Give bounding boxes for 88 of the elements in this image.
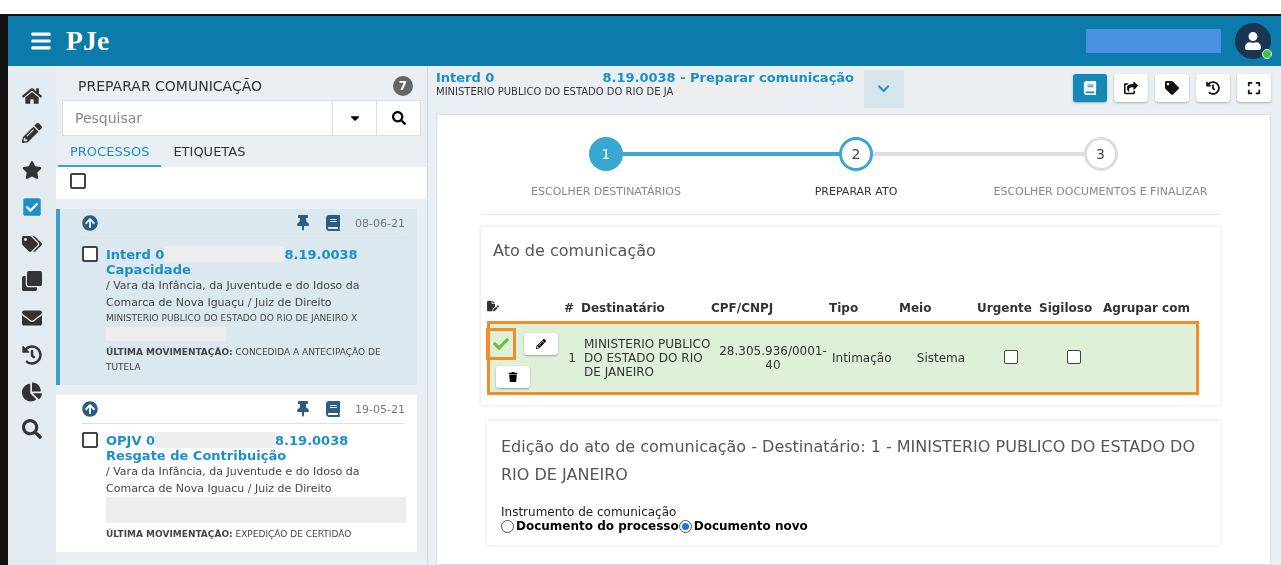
arrow-up-icon[interactable] [82, 401, 98, 417]
process-subject: Capacidade [106, 262, 192, 277]
mail-icon[interactable] [22, 308, 42, 328]
step-circle: 2 [839, 137, 873, 171]
fullscreen-button[interactable] [1237, 74, 1271, 102]
edit-button[interactable] [524, 333, 558, 355]
step-label: ESCOLHER DOCUMENTOS E FINALIZAR [993, 185, 1208, 198]
book-button[interactable] [1073, 74, 1107, 102]
parties-text: MINISTERIO PUBLICO DO ESTADO DO RIO DE JANEIRO X [106, 312, 359, 325]
checkbox[interactable] [82, 246, 98, 262]
book-icon[interactable] [325, 215, 342, 231]
panel-title: PREPARAR COMUNICAÇÃO [78, 78, 262, 94]
search-field[interactable]: Pesquisar [62, 100, 333, 136]
process-subject: Resgate de Contribuição [106, 448, 288, 463]
card-date: 08-06-21 [355, 216, 405, 230]
process-title: 8.19.0038 - Preparar comunicação [602, 70, 855, 85]
count-badge: 7 [393, 76, 413, 96]
history-button[interactable] [1196, 74, 1230, 102]
step-circle: 1 [589, 137, 623, 171]
history-icon[interactable] [22, 345, 42, 365]
pin-icon[interactable] [295, 401, 312, 417]
last-movement-text: ÚLTIMA MOVIMENTAÇÃO: CONCEDIDA A ANTECIPAÇÃO DE TUTELA [106, 345, 382, 374]
pie-chart-icon[interactable] [22, 382, 42, 402]
process-card[interactable] [56, 209, 417, 385]
delete-button[interactable] [496, 366, 530, 388]
step-circle: 3 [1083, 137, 1118, 171]
section-title: Ato de comunicação [493, 241, 657, 260]
trash-icon[interactable] [508, 372, 518, 382]
parties-subtitle: MINISTERIO PUBLICO DO ESTADO DO RIO DE JA [436, 85, 674, 97]
edit-document-icon [487, 300, 499, 312]
radio-label: Documento do processo [516, 519, 679, 533]
process-card[interactable]: 19-05-21 OPJV 0 8.19.0038 Resgate de Contribuição / Vara da Infância, da Juventude e do Idoso da Comarca de Nova Iguacu / Juiz de Direito ÚLTIMA MOVIMENTAÇÃO: EXPEDIÇÃO DE CERTIDÃO [56, 395, 417, 552]
book-icon[interactable] [325, 401, 342, 417]
column-header: Destinatário [581, 299, 666, 317]
table-cell-text: 28.305.936/0001-40 [718, 344, 828, 372]
pencil-icon[interactable] [536, 339, 546, 349]
pin-icon[interactable] [295, 215, 312, 231]
history-icon[interactable] [1206, 81, 1220, 95]
process-number[interactable]: 8.19.0038 [275, 432, 349, 448]
table-cell-text: Sistema [915, 351, 967, 365]
arrow-up-icon[interactable] [82, 215, 98, 231]
table-cell-text: Intimação [832, 351, 893, 365]
check-icon[interactable] [486, 328, 516, 360]
share-icon[interactable] [1124, 81, 1138, 95]
checkbox[interactable] [70, 173, 86, 189]
checkbox-icon[interactable] [22, 197, 42, 217]
column-header: Meio [899, 299, 933, 317]
menu-icon[interactable] [30, 30, 52, 52]
last-movement-text: ÚLTIMA MOVIMENTAÇÃO: EXPEDIÇÃO DE CERTIDÃO [106, 527, 353, 541]
app-logo: PJe [66, 25, 110, 57]
tags-icon[interactable] [22, 234, 42, 254]
table-cell-text: 1 [567, 351, 577, 365]
search-button[interactable] [377, 100, 421, 136]
column-header: Sigiloso [1039, 299, 1094, 317]
fullscreen-icon[interactable] [1247, 81, 1261, 95]
step-label: PREPARAR ATO [814, 185, 898, 198]
book-icon[interactable] [1083, 81, 1097, 95]
search-icon[interactable] [22, 419, 42, 439]
column-header: # [562, 299, 576, 317]
column-header: Tipo [829, 299, 860, 317]
tag-button[interactable] [1155, 74, 1189, 102]
process-number[interactable]: OPJV 0 [106, 432, 156, 448]
user-avatar[interactable] [1235, 23, 1271, 59]
court-text: / Vara da Infância, da Juventude e do Idoso da Comarca de Nova Iguacu / Juiz de Direito [106, 464, 361, 497]
column-header: Urgente [977, 299, 1033, 317]
card-date: 19-05-21 [355, 402, 405, 416]
process-number[interactable]: 8.19.0038 [284, 246, 358, 262]
field-label: Instrumento de comunicação [501, 505, 678, 519]
checkbox[interactable] [82, 432, 98, 448]
search-icon[interactable] [391, 111, 406, 125]
checkbox[interactable] [1067, 349, 1081, 364]
share-button[interactable] [1114, 74, 1148, 102]
process-title: Interd 0 [436, 70, 495, 85]
checkbox[interactable] [1004, 349, 1018, 364]
process-number[interactable]: Interd 0 [106, 246, 165, 262]
home-icon[interactable] [22, 86, 42, 106]
radio-label: Documento novo [693, 519, 808, 533]
tab[interactable]: ETIQUETAS [161, 136, 258, 167]
column-header: Agrupar com [1103, 299, 1191, 317]
column-header: CPF/CNPJ [711, 299, 775, 317]
section-title: Edição do ato de comunicação - Destinatário: 1 - MINISTERIO PUBLICO DO ESTADO DO RIO DE JANEIRO [501, 436, 1196, 486]
star-icon[interactable] [22, 160, 42, 180]
tag-icon[interactable] [1165, 81, 1179, 95]
copy-icon[interactable] [22, 271, 42, 291]
step-label: ESCOLHER DESTINATÁRIOS [531, 185, 681, 198]
pencil-icon[interactable] [22, 123, 42, 143]
table-cell-text: MINISTERIO PUBLICO DO ESTADO DO RIO DE JANEIRO [584, 337, 712, 379]
court-text: / Vara da Infância, da Juventude e do Idoso da Comarca de Nova Iguaçu / Juiz de Direito [106, 278, 361, 311]
